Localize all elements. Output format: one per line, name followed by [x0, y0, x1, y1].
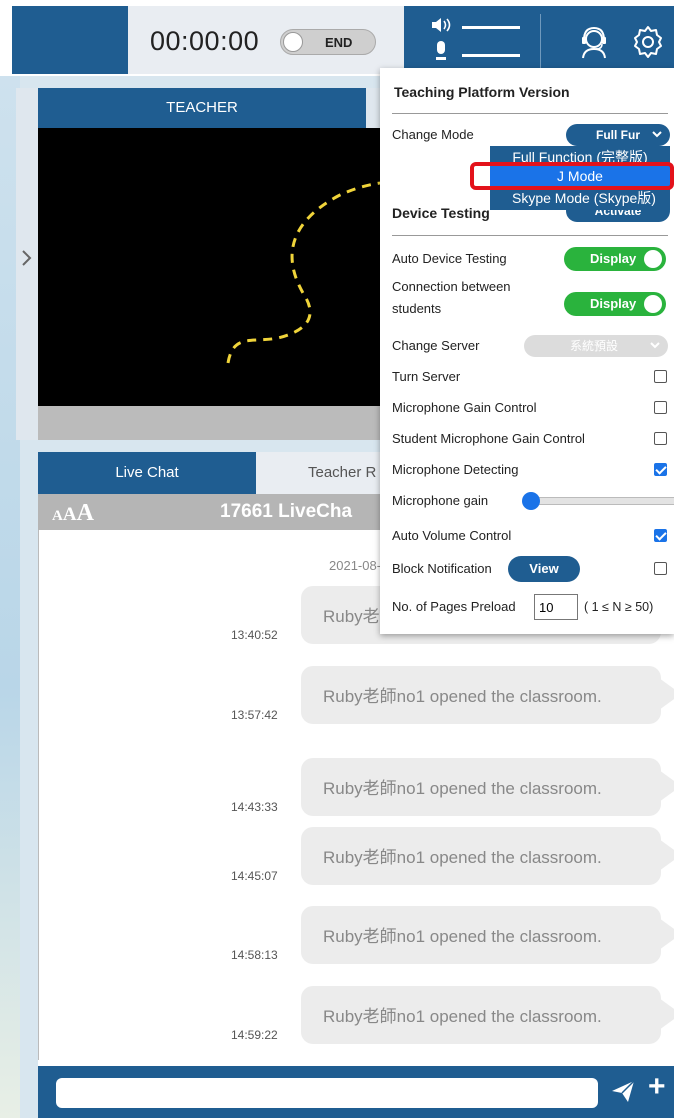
bubble-tail	[659, 770, 674, 802]
message-time: 14:45:07	[231, 869, 278, 883]
mic-gain-label: Microphone gain	[392, 493, 489, 508]
font-size-medium[interactable]: A	[63, 504, 77, 525]
mic-gain-control-label: Microphone Gain Control	[392, 400, 537, 415]
toggle-knob	[644, 295, 662, 313]
auto-device-testing-label: Auto Device Testing	[392, 251, 507, 266]
message-time: 13:40:52	[231, 628, 278, 642]
toggle-label: Display	[590, 296, 637, 311]
end-class-toggle[interactable]: END	[280, 29, 376, 55]
font-size-large[interactable]: A	[77, 500, 94, 526]
end-toggle-knob	[283, 32, 303, 52]
turn-server-label: Turn Server	[392, 369, 461, 384]
turn-server-checkbox[interactable]	[654, 370, 667, 383]
chat-message: 13:57:42 Ruby老師no1 opened the classroom.	[39, 666, 674, 726]
highlight-box	[470, 162, 674, 190]
top-bar-left-panel	[12, 6, 128, 74]
mic-detecting-checkbox[interactable]	[654, 463, 667, 476]
toggle-label: Display	[590, 251, 637, 266]
toolbar-divider	[540, 14, 541, 68]
add-attachment-button[interactable]: +	[648, 1070, 666, 1104]
bubble-tail	[659, 918, 674, 950]
change-mode-select[interactable]: Full Fur	[566, 124, 670, 146]
chat-room-title: 17661 LiveCha	[220, 501, 353, 522]
chat-message: 14:59:22 Ruby老師no1 opened the classroom.	[39, 986, 674, 1046]
top-bar: 00:00:00 END	[0, 0, 674, 76]
teacher-tab[interactable]: TEACHER	[38, 88, 366, 128]
pages-preload-input[interactable]	[534, 594, 578, 620]
chevron-down-icon	[650, 342, 660, 349]
mic-level-bar	[462, 54, 520, 57]
message-time: 14:59:22	[231, 1028, 278, 1042]
message-bubble: Ruby老師no1 opened the classroom.	[301, 906, 661, 964]
bubble-tail	[659, 998, 674, 1030]
message-bubble: Ruby老師no1 opened the classroom.	[301, 758, 661, 816]
mic-gain-control-checkbox[interactable]	[654, 401, 667, 414]
change-mode-value: Full Fur	[596, 128, 640, 142]
message-bubble: Ruby老師no1 opened the classroom.	[301, 986, 661, 1044]
volume-indicator[interactable]	[428, 14, 520, 68]
loading-spinner-icon	[226, 180, 388, 364]
pages-preload-label: No. of Pages Preload	[392, 599, 516, 614]
mode-option-skype[interactable]: Skype Mode (Skype版)	[490, 188, 670, 208]
connection-students-toggle[interactable]: Display	[564, 292, 666, 316]
font-size-small[interactable]: A	[52, 508, 63, 524]
mic-detecting-label: Microphone Detecting	[392, 462, 519, 477]
auto-device-testing-toggle[interactable]: Display	[564, 247, 666, 271]
chat-message: 14:45:07 Ruby老師no1 opened the classroom.	[39, 827, 674, 887]
settings-divider	[392, 113, 668, 114]
auto-volume-checkbox[interactable]	[654, 529, 667, 542]
end-toggle-label: END	[325, 35, 353, 50]
timer-panel: 00:00:00 END	[128, 6, 404, 74]
chat-input-bar: +	[38, 1066, 674, 1118]
settings-divider	[392, 235, 668, 236]
message-time: 13:57:42	[231, 708, 278, 722]
speaker-icon	[432, 18, 451, 32]
pages-preload-hint: ( 1 ≤ N ≥ 50)	[584, 600, 654, 614]
support-agent-icon[interactable]	[576, 24, 612, 60]
change-mode-label: Change Mode	[392, 127, 474, 142]
font-size-selector[interactable]: AAA	[52, 500, 94, 527]
device-testing-label: Device Testing	[392, 205, 490, 221]
chat-message-input[interactable]	[56, 1078, 598, 1108]
gear-icon[interactable]	[630, 24, 666, 60]
teacher-video	[38, 128, 388, 406]
view-button[interactable]: View	[508, 556, 580, 582]
message-bubble: Ruby老師no1 opened the classroom.	[301, 666, 661, 724]
student-mic-gain-label: Student Microphone Gain Control	[392, 431, 585, 446]
message-time: 14:43:33	[231, 800, 278, 814]
change-server-select[interactable]: 系統預設	[524, 335, 668, 357]
chevron-right-icon	[22, 250, 32, 266]
bubble-tail	[659, 678, 674, 710]
student-mic-gain-checkbox[interactable]	[654, 432, 667, 445]
class-timer: 00:00:00	[150, 26, 260, 56]
block-notification-checkbox[interactable]	[654, 562, 667, 575]
chat-message: 14:58:13 Ruby老師no1 opened the classroom.	[39, 906, 674, 966]
bubble-tail	[659, 839, 674, 871]
top-bar-controls	[404, 6, 674, 74]
speaker-level-bar	[462, 26, 520, 29]
message-bubble: Ruby老師no1 opened the classroom.	[301, 827, 661, 885]
teacher-video-panel: TEACHER	[16, 88, 388, 440]
send-icon[interactable]	[610, 1078, 636, 1104]
chevron-down-icon	[652, 131, 662, 138]
connection-students-label: Connection between students	[392, 279, 511, 316]
date-stamp: 2021-08-	[329, 558, 382, 573]
expand-left-button[interactable]	[16, 88, 38, 440]
change-server-value: 系統預設	[570, 339, 619, 353]
settings-header: Teaching Platform Version	[394, 84, 570, 100]
chat-message: 14:43:33 Ruby老師no1 opened the classroom.	[39, 758, 674, 818]
mic-gain-slider-handle[interactable]	[522, 492, 540, 510]
change-server-label: Change Server	[392, 338, 480, 353]
toggle-knob	[644, 250, 662, 268]
mic-gain-slider[interactable]	[530, 497, 674, 505]
auto-volume-label: Auto Volume Control	[392, 528, 512, 543]
block-notification-label: Block Notification	[392, 561, 492, 576]
video-control-bar	[38, 406, 388, 440]
tab-live-chat[interactable]: Live Chat	[38, 452, 256, 494]
message-time: 14:58:13	[231, 948, 278, 962]
microphone-icon	[436, 41, 446, 60]
